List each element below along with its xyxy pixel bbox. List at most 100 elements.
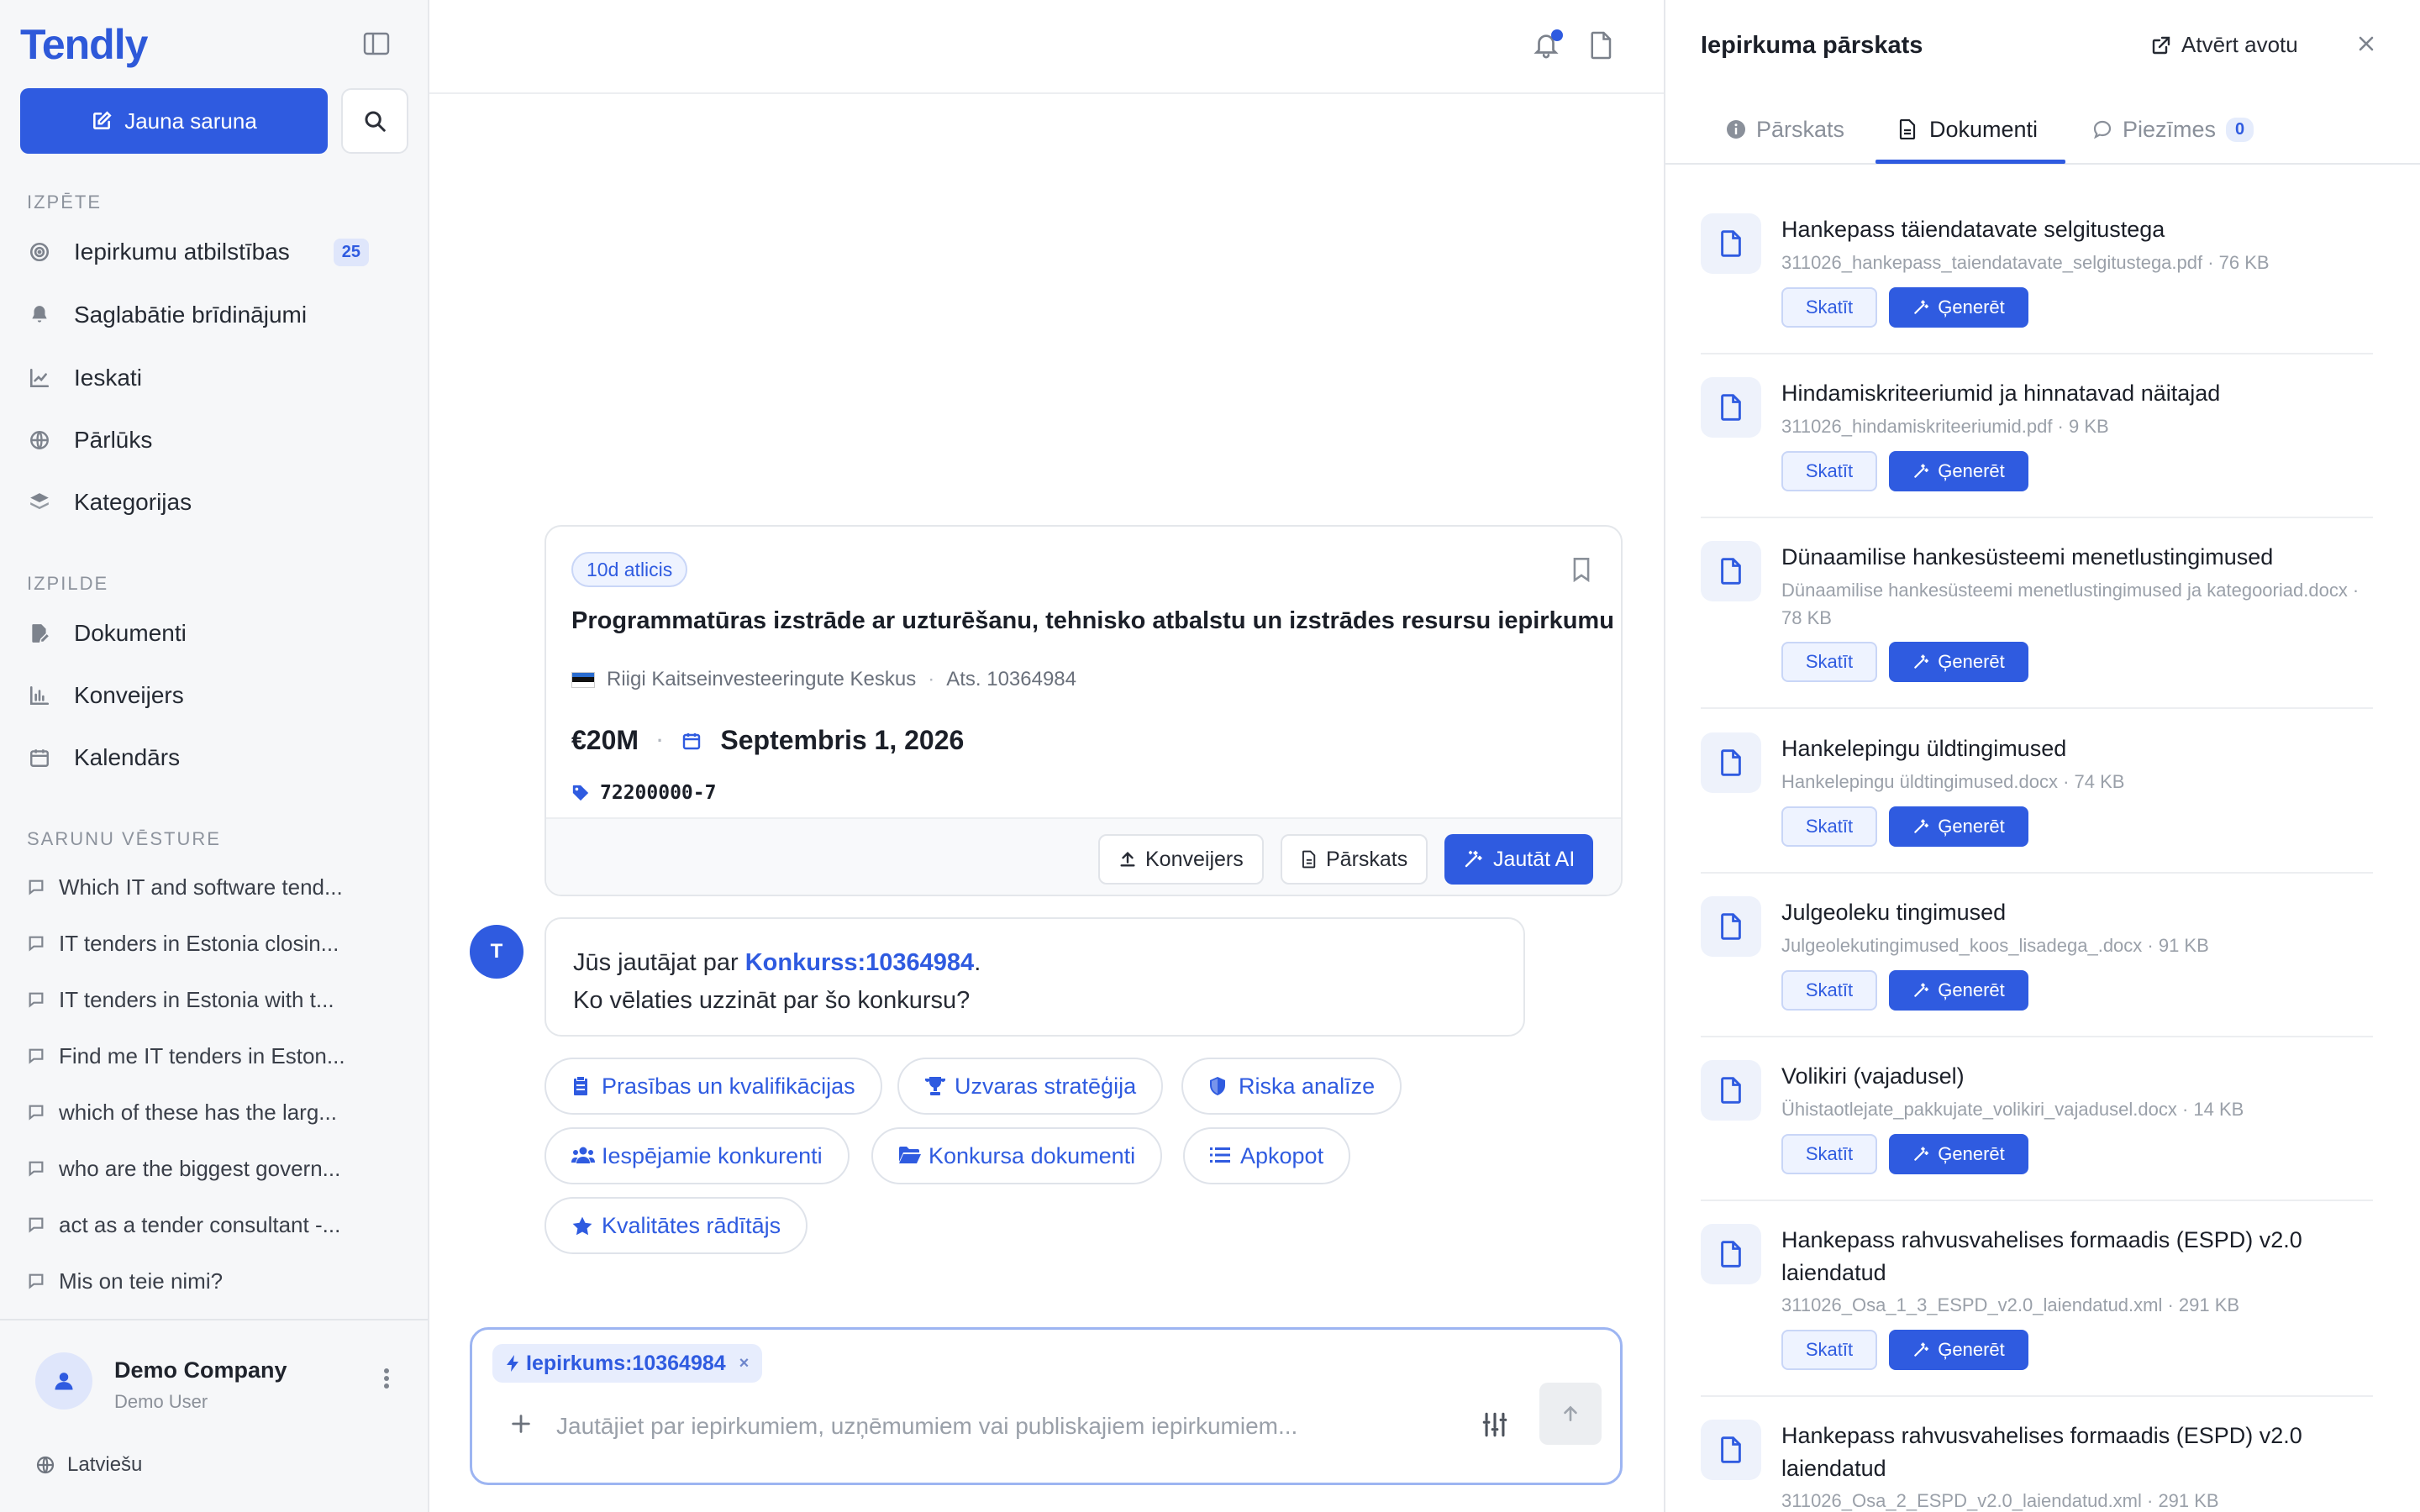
context-chip[interactable]: Iepirkums:10364984 × [492, 1344, 763, 1383]
clipboard-icon [571, 1076, 592, 1096]
suggestion-chip-summary[interactable]: Apkopot [1183, 1127, 1351, 1184]
history-item[interactable]: which of these has the larg... [27, 1091, 397, 1133]
chat-input[interactable] [556, 1409, 1329, 1444]
document-icon[interactable] [1589, 30, 1623, 64]
history-item[interactable]: Find me IT tenders in Eston... [27, 1035, 397, 1077]
settings-sliders-icon[interactable] [1481, 1410, 1512, 1442]
open-source-link[interactable]: Atvērt avotu [2151, 32, 2298, 58]
tab-documents[interactable]: Dokumenti [1899, 94, 2038, 165]
nav-item-saved-alerts[interactable]: Saglabātie brīdinājumi [27, 290, 405, 340]
panel-tabs: Pārskats Dokumenti Piezīmes 0 [1665, 94, 2420, 165]
more-options-icon[interactable] [383, 1368, 400, 1393]
generate-button-label: Ģenerēt [1938, 816, 2005, 837]
user-role: Demo User [114, 1391, 208, 1412]
document-meta: 311026_hindamiskriteeriumid.pdf · 9 KB [1781, 416, 2109, 437]
overview-button[interactable]: Pārskats [1281, 834, 1428, 885]
generate-button[interactable]: Ģenerēt [1889, 287, 2028, 328]
comment-icon [2092, 119, 2112, 139]
user-profile: Demo Company Demo User Latviešu [0, 1319, 428, 1512]
language-switcher[interactable]: Latviešu [35, 1453, 142, 1477]
suggestion-chip-risk[interactable]: Riska analīze [1181, 1058, 1402, 1115]
nav-item-label: Pārlūks [74, 427, 153, 453]
document-title: Dünaamilise hankesüsteemi menetlustingim… [1781, 544, 2274, 570]
nav-item-documents[interactable]: Dokumenti [27, 608, 405, 659]
view-button[interactable]: Skatīt [1781, 1330, 1877, 1370]
generate-button[interactable]: Ģenerēt [1889, 642, 2028, 682]
user-name: Demo Company [114, 1357, 287, 1383]
panel-title: Iepirkuma pārskats [1701, 32, 1923, 59]
history-item[interactable]: IT tenders in Estonia with t... [27, 979, 397, 1021]
tab-overview[interactable]: Pārskats [1726, 94, 1844, 165]
generate-button[interactable]: Ģenerēt [1889, 806, 2028, 847]
attach-icon[interactable] [509, 1412, 538, 1441]
history-item[interactable]: act as a tender consultant -... [27, 1204, 397, 1246]
separator: · [657, 729, 664, 751]
nav-item-label: Ieskati [74, 365, 142, 391]
document-meta: Julgeolekutingimused_koos_lisadega_.docx… [1781, 935, 2209, 956]
view-button[interactable]: Skatīt [1781, 451, 1877, 491]
avatar[interactable] [35, 1352, 92, 1410]
tender-link[interactable]: Konkurss:10364984 [745, 949, 974, 976]
app-logo[interactable]: Tendly [20, 20, 148, 69]
view-button[interactable]: Skatīt [1781, 287, 1877, 328]
user-icon [52, 1369, 76, 1393]
section-label-explore: IZPĒTE [27, 192, 103, 213]
suggestion-chip-documents[interactable]: Konkursa dokumenti [871, 1127, 1163, 1184]
section-label-history: SARUNU VĒSTURE [27, 828, 221, 849]
nav-item-browser[interactable]: Pārlūks [27, 415, 405, 465]
suggestion-chip-requirements[interactable]: Prasības un kvalifikācijas [544, 1058, 882, 1115]
close-icon[interactable] [2356, 34, 2380, 57]
line-chart-icon [27, 365, 52, 391]
tab-notes[interactable]: Piezīmes 0 [2092, 94, 2254, 165]
history-item[interactable]: IT tenders in Estonia closin... [27, 922, 397, 964]
document-title: Volikiri (vajadusel) [1781, 1063, 1965, 1089]
arrow-up-icon [1560, 1403, 1581, 1425]
new-chat-button[interactable]: Jauna saruna [20, 88, 328, 154]
remove-context-icon[interactable]: × [739, 1354, 750, 1373]
suggestion-chip-competitors[interactable]: Iespējamie konkurenti [544, 1127, 850, 1184]
bookmark-icon[interactable] [1571, 557, 1597, 585]
generate-button[interactable]: Ģenerēt [1889, 1330, 2028, 1370]
history-item[interactable]: Mis on teie nimi? [27, 1260, 397, 1302]
document-file-icon [1701, 1420, 1761, 1480]
magic-wand-icon [1912, 1146, 1929, 1163]
nav-item-categories[interactable]: Kategorijas [27, 477, 405, 528]
generate-button-label: Ģenerēt [1938, 1339, 2005, 1360]
history-item-label: Find me IT tenders in Eston... [59, 1042, 345, 1068]
history-item[interactable]: Which IT and software tend... [27, 866, 397, 908]
search-button[interactable] [341, 88, 408, 154]
chat-bubble-icon [27, 934, 45, 953]
nav-item-label: Saglabātie brīdinājumi [74, 302, 308, 328]
history-item[interactable]: who are the biggest govern... [27, 1147, 397, 1189]
nav-item-insights[interactable]: Ieskati [27, 353, 405, 403]
ask-ai-button[interactable]: Jautāt AI [1444, 834, 1594, 885]
external-link-icon [2151, 35, 2171, 55]
tender-title[interactable]: Programmatūras izstrāde ar uzturēšanu, t… [571, 607, 1614, 635]
upload-icon [1118, 850, 1137, 869]
nav-item-tender-matches[interactable]: Iepirkumu atbilstības 25 [27, 227, 405, 277]
chip-label: Prasības un kvalifikācijas [602, 1073, 855, 1099]
search-icon [362, 108, 387, 134]
view-button[interactable]: Skatīt [1781, 970, 1877, 1011]
message-prefix: Jūs jautājat par [573, 949, 745, 976]
pipeline-button[interactable]: Konveijers [1098, 834, 1264, 885]
generate-button[interactable]: Ģenerēt [1889, 1134, 2028, 1174]
calendar-icon [681, 731, 702, 751]
generate-button[interactable]: Ģenerēt [1889, 970, 2028, 1011]
suggestion-chip-strategy[interactable]: Uzvaras stratēģija [897, 1058, 1164, 1115]
suggestion-chip-quality[interactable]: Kvalitātes rādītājs [544, 1197, 808, 1254]
chat-bubble-icon [27, 1103, 45, 1121]
chat-bubble-icon [27, 1159, 45, 1178]
view-button[interactable]: Skatīt [1781, 642, 1877, 682]
generate-button[interactable]: Ģenerēt [1889, 451, 2028, 491]
nav-item-calendar[interactable]: Kalendārs [27, 732, 405, 783]
tab-label: Pārskats [1756, 116, 1845, 142]
document-item: Hindamiskriteeriumid ja hinnatavad näita… [1701, 377, 2373, 518]
send-button[interactable] [1539, 1383, 1602, 1445]
view-button[interactable]: Skatīt [1781, 1134, 1877, 1174]
tag-icon [571, 784, 590, 802]
sidebar-toggle-icon[interactable] [363, 32, 397, 62]
view-button[interactable]: Skatīt [1781, 806, 1877, 847]
chip-label: Riska analīze [1239, 1073, 1376, 1099]
nav-item-pipeline[interactable]: Konveijers [27, 670, 405, 721]
